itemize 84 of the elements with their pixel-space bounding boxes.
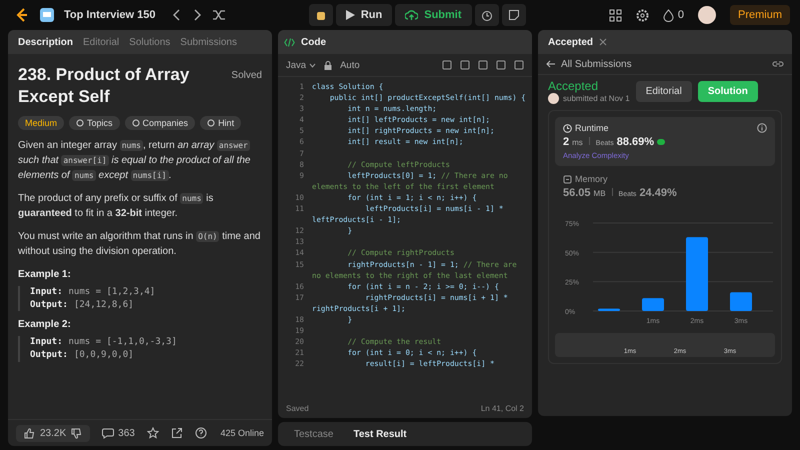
bug-icon (314, 9, 327, 21)
timer-button[interactable] (474, 4, 499, 26)
runtime-unit: ms (572, 138, 583, 147)
example-input-label: Input: (30, 286, 63, 299)
comment-count: 363 (118, 428, 135, 438)
cursor-position: Ln 41, Col 2 (480, 404, 524, 412)
example-output-label: Output: (30, 298, 68, 312)
memory-beats: 24.49% (639, 187, 677, 199)
upload-icon (405, 10, 418, 20)
console-tab[interactable]: Testcase (288, 428, 340, 440)
code-icon (284, 38, 295, 46)
next-icon[interactable] (192, 9, 202, 21)
premium-button[interactable]: Premium (730, 5, 790, 25)
settings-icon[interactable] (636, 8, 649, 22)
example-output-value: [0,0,9,0,0] (74, 348, 134, 362)
difficulty-tag[interactable]: Medium (18, 116, 64, 130)
chart-bar[interactable] (598, 308, 620, 311)
star-icon[interactable] (146, 427, 159, 439)
example-input-value: nums = [-1,1,0,-3,3] (68, 336, 177, 349)
panel-tab[interactable]: Submissions (176, 36, 241, 48)
thumbs-up-icon (24, 428, 35, 438)
memory-value: 56.05 (563, 187, 591, 199)
example-heading: Example 1: (18, 268, 72, 282)
play-icon (346, 10, 355, 20)
share-icon[interactable] (170, 427, 183, 439)
description-paragraph: The product of any prefix or suffix of nums is guaranteed to fit in a 32-bit integer. (18, 192, 214, 222)
avatar (548, 93, 559, 104)
link-icon[interactable] (772, 59, 784, 69)
panel-tab[interactable]: Solutions (125, 36, 174, 48)
thumbs-down-icon (71, 428, 82, 438)
previous-icon[interactable] (172, 9, 182, 21)
panel-tab[interactable]: Description (14, 36, 78, 48)
memory-unit: MB (594, 189, 606, 198)
runtime-value: 2 (563, 136, 570, 148)
save-status: Saved (286, 404, 309, 412)
example-output-value: [24,12,8,6] (74, 298, 134, 312)
run-button[interactable]: Run (336, 4, 392, 26)
grid-icon[interactable] (608, 8, 622, 22)
runtime-beats: 88.69% (616, 136, 654, 148)
chip-icon (563, 174, 572, 184)
like-button[interactable]: 23.2K (16, 424, 90, 442)
list-title[interactable]: Top Interview 150 (64, 9, 156, 21)
example-input-value: nums = [1,2,3,4] (68, 286, 156, 299)
language-dropdown[interactable]: Java (286, 60, 316, 70)
problem-title: 238. Product of Array Except Self (18, 64, 190, 108)
caret-icon (309, 62, 316, 68)
list-icon (40, 8, 54, 22)
description-paragraph: You must write an algorithm that runs in O(n) time and without using the division operation. (18, 230, 262, 260)
notes-button[interactable] (502, 4, 526, 26)
mode-label: Auto (340, 60, 360, 70)
shuffle-icon[interactable] (212, 9, 226, 21)
debug-button[interactable] (308, 4, 333, 26)
logo-icon[interactable] (14, 7, 30, 23)
clock-icon (563, 124, 572, 132)
submit-button[interactable]: Submit (395, 4, 472, 26)
verdict: Accepted (548, 79, 600, 93)
editorial-button[interactable]: Editorial (636, 81, 692, 102)
panel-title: Code (300, 36, 327, 48)
back-arrow-icon (546, 60, 556, 68)
online-count: 425 Online (220, 428, 264, 438)
tag-button[interactable]: Hint (200, 116, 242, 130)
runtime-label: Runtime (575, 123, 609, 133)
alarm-icon (480, 9, 493, 21)
badge-icon (657, 139, 666, 145)
solved-status: Solved (231, 69, 262, 83)
submitted-time: submitted at Nov 1 (563, 94, 630, 103)
back-link[interactable]: All Submissions (546, 58, 632, 70)
streak-count: 0 (678, 9, 684, 21)
console-tab[interactable]: Test Result (347, 428, 413, 440)
note-icon (508, 9, 520, 21)
example-heading: Example 2: (18, 318, 72, 332)
memory-label: Memory (575, 174, 608, 184)
panel-title: Accepted (547, 36, 594, 48)
avatar[interactable] (698, 6, 716, 24)
description-paragraph: Given an integer array nums , return an array answer such that answer[i] is equal to the product of all the elements of nums except nums[i] . (18, 139, 252, 184)
example-input-label: Input: (30, 336, 63, 349)
tag-button[interactable]: Companies (124, 116, 196, 130)
example-output-label: Output: (30, 348, 68, 362)
info-icon[interactable] (757, 123, 767, 133)
close-icon[interactable] (599, 38, 608, 46)
tag-button[interactable]: Topics (69, 116, 120, 130)
help-icon[interactable] (194, 427, 207, 439)
comment-icon[interactable] (102, 428, 114, 438)
panel-tab[interactable]: Editorial (79, 36, 124, 48)
